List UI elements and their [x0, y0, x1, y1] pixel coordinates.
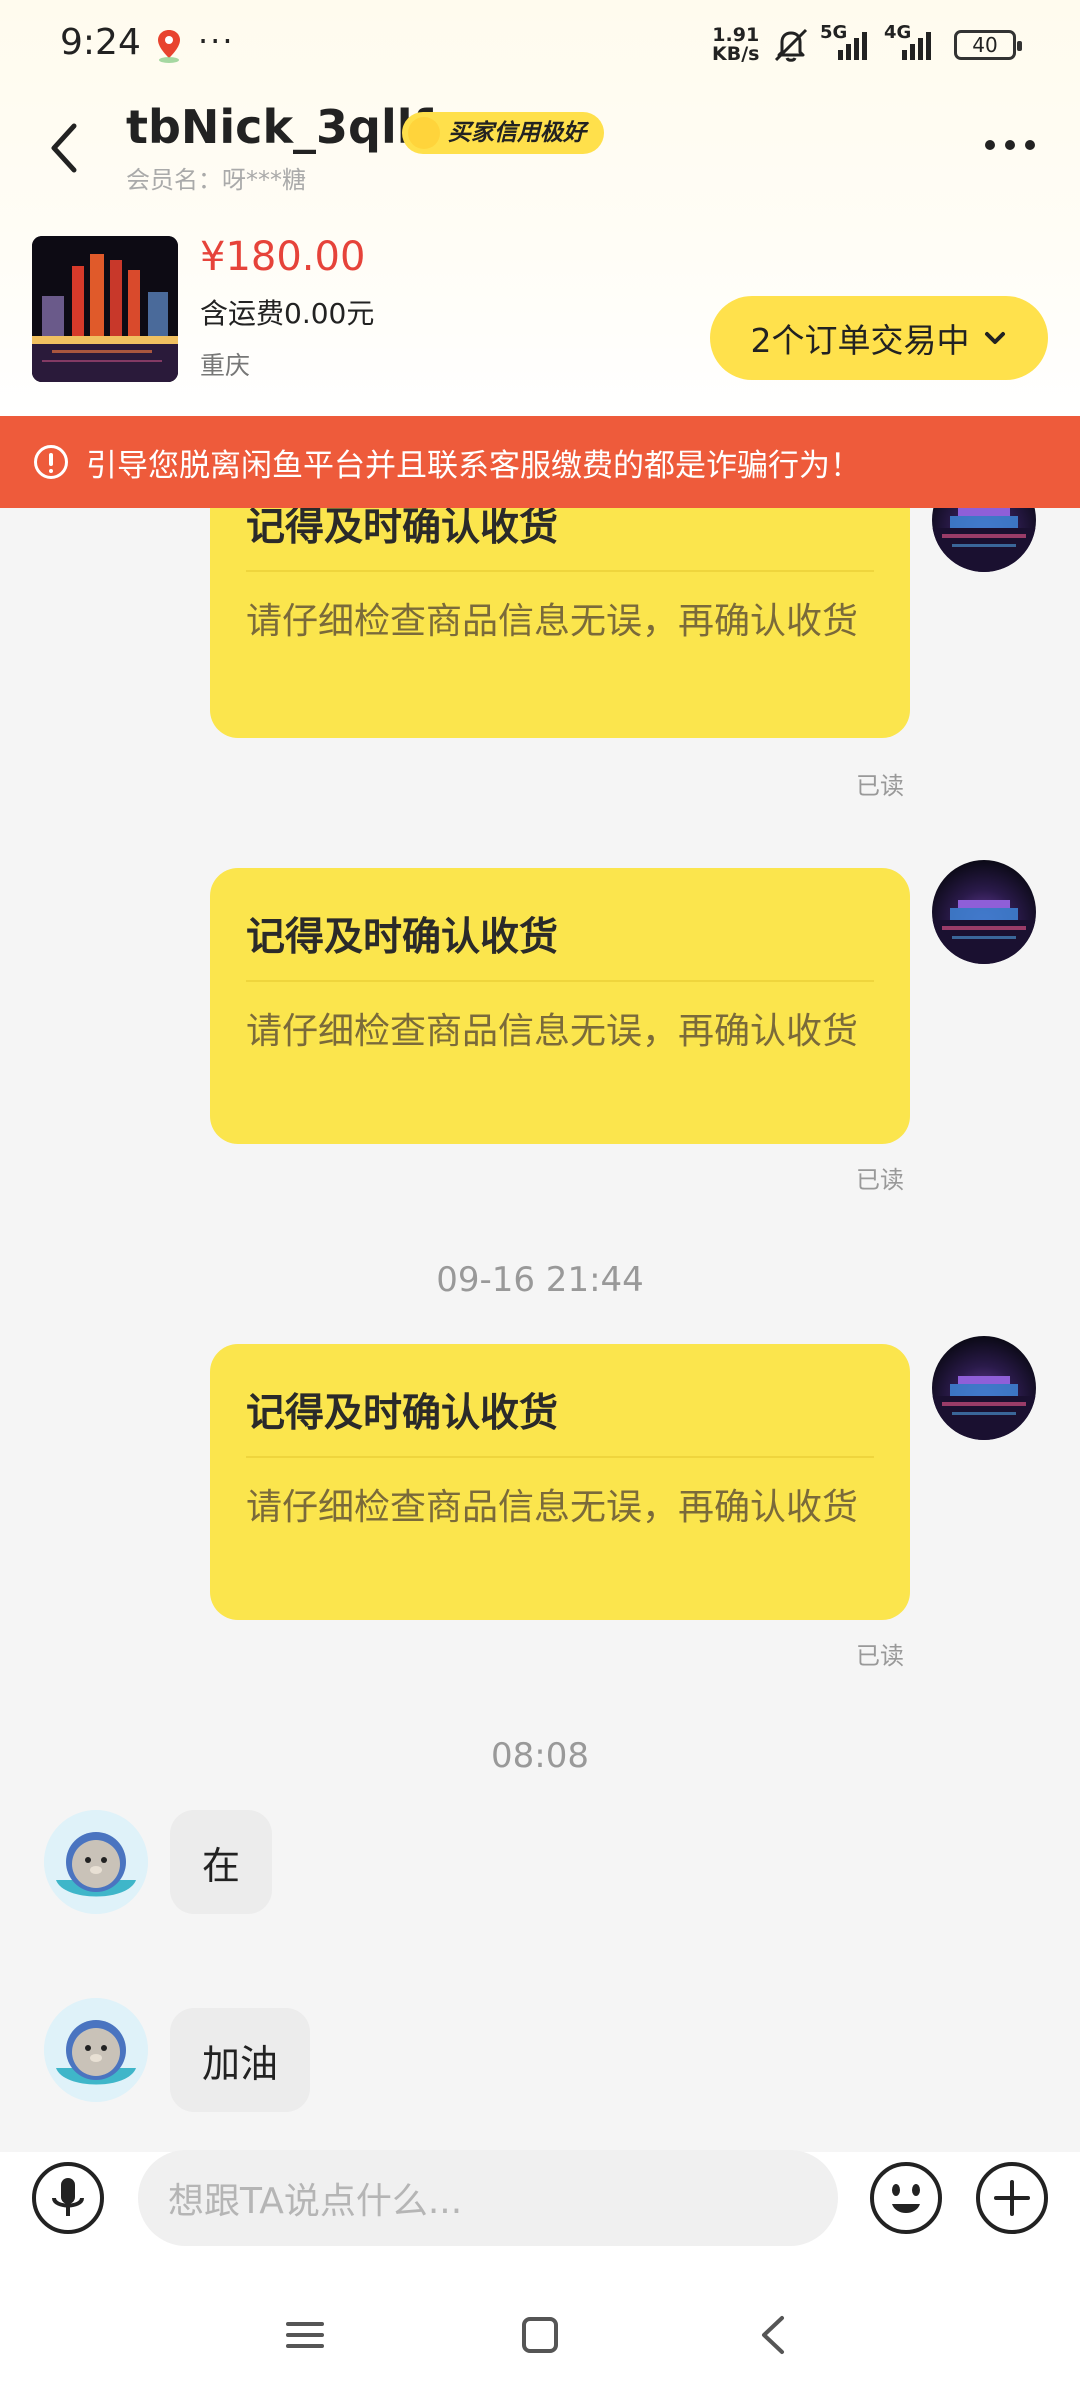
card-title: 记得及时确认收货 [246, 915, 559, 960]
buyer-avatar[interactable] [44, 1998, 148, 2102]
member-name: 会员名：呀***糖 [126, 166, 306, 194]
seller-avatar[interactable] [932, 860, 1036, 964]
product-thumbnail[interactable] [32, 236, 178, 382]
card-divider [246, 570, 874, 572]
plus-icon[interactable] [974, 2160, 1050, 2236]
battery-indicator: 40 [954, 30, 1022, 60]
emoji-icon[interactable] [868, 2160, 944, 2236]
chat-messages[interactable]: 记得及时确认收货 请仔细检查商品信息无误，再确认收货 已读 记得及时确认收货 请… [0, 508, 1080, 2152]
card-body: 请仔细检查商品信息无误，再确认收货 [246, 601, 859, 642]
smile-face-icon [408, 117, 440, 149]
night-river-image [932, 900, 1036, 964]
user-nickname: tbNick_3qllf [126, 100, 433, 154]
back-arrow-icon[interactable] [40, 118, 90, 178]
read-receipt: 已读 [856, 1166, 904, 1194]
location-pin-icon [158, 30, 180, 63]
more-icon[interactable] [980, 130, 1040, 160]
confirm-receipt-card[interactable]: 记得及时确认收货 请仔细检查商品信息无误，再确认收货 [210, 508, 910, 738]
product-price: ¥180.00 [200, 234, 366, 280]
speed-unit: KB/s [712, 43, 760, 65]
network-speed: 1.91 KB/s [712, 26, 759, 64]
message-bubble[interactable]: 在 [170, 1810, 273, 1914]
status-bar: 9:24 ··· 1.91 KB/s 5G 4G 40 [0, 0, 1080, 90]
card-body: 请仔细检查商品信息无误，再确认收货 [246, 1011, 859, 1052]
status-time: 9:24 [60, 22, 141, 63]
seal-mascot-icon [44, 1810, 148, 1914]
nav-menu-icon[interactable] [280, 2310, 330, 2360]
chevron-down-icon [984, 332, 1005, 344]
orders-button-label: 2个订单交易中 [750, 321, 970, 360]
night-river-image [932, 508, 1036, 572]
signal-5g-icon [838, 32, 867, 60]
seller-avatar[interactable] [932, 508, 1036, 572]
credit-badge-label: 买家信用极好 [448, 120, 586, 146]
message-bubble[interactable]: 加油 [170, 2008, 311, 2112]
read-receipt: 已读 [856, 772, 904, 800]
message-timestamp: 09-16 21:44 [436, 1260, 644, 1300]
night-river-image [932, 1376, 1036, 1440]
card-title: 记得及时确认收货 [246, 508, 559, 550]
orders-in-progress-button[interactable]: 2个订单交易中 [710, 296, 1048, 380]
shipping-fee: 含运费0.00元 [200, 297, 375, 330]
fraud-warning-banner: 引导您脱离闲鱼平台并且联系客服缴费的都是诈骗行为！ [0, 416, 1080, 508]
seal-mascot-icon [44, 1998, 148, 2102]
nav-back-icon[interactable] [750, 2310, 800, 2360]
card-body: 请仔细检查商品信息无误，再确认收货 [246, 1487, 859, 1528]
message-input[interactable]: 想跟TA说点什么... [138, 2150, 838, 2246]
mute-bell-icon [774, 28, 808, 62]
mic-icon[interactable] [30, 2160, 106, 2236]
confirm-receipt-card[interactable]: 记得及时确认收货 请仔细检查商品信息无误，再确认收货 [210, 1344, 910, 1620]
message-timestamp: 08:08 [491, 1736, 589, 1776]
credit-badge: 买家信用极好 [402, 112, 604, 154]
confirm-receipt-card[interactable]: 记得及时确认收货 请仔细检查商品信息无误，再确认收货 [210, 868, 910, 1144]
buyer-avatar[interactable] [44, 1810, 148, 1914]
read-receipt: 已读 [856, 1642, 904, 1670]
warning-text: 引导您脱离闲鱼平台并且联系客服缴费的都是诈骗行为！ [86, 447, 861, 484]
card-divider [246, 1456, 874, 1458]
seller-avatar[interactable] [932, 1336, 1036, 1440]
message-input-placeholder: 想跟TA说点什么... [168, 2181, 463, 2222]
card-divider [246, 980, 874, 982]
night-city-image [32, 236, 178, 382]
product-location: 重庆 [200, 351, 251, 380]
nav-home-icon[interactable] [515, 2310, 565, 2360]
card-title: 记得及时确认收货 [246, 1391, 559, 1436]
signal-4g-icon [902, 32, 931, 60]
warning-icon [34, 445, 68, 479]
more-status-icons: ··· [198, 22, 235, 60]
